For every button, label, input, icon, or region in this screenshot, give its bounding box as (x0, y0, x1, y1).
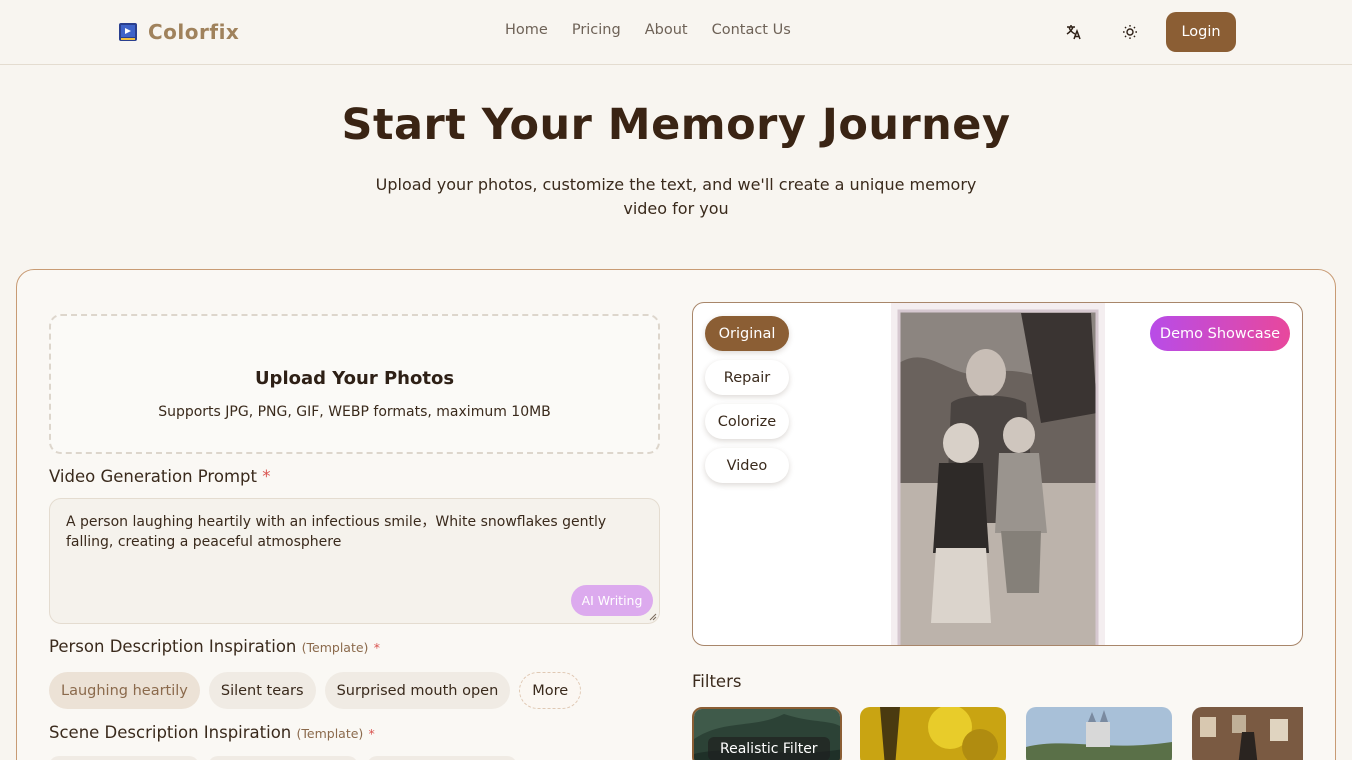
filter-thumbnail (1192, 707, 1303, 760)
language-button[interactable] (1064, 22, 1084, 42)
page-title: Start Your Memory Journey (341, 100, 1011, 150)
person-inspiration-label: Person Description Inspiration (Template… (49, 637, 380, 656)
prompt-value[interactable]: A person laughing heartily with an infec… (66, 512, 646, 552)
mode-original-button[interactable]: Original (705, 316, 789, 351)
filter-option[interactable] (1026, 707, 1172, 760)
nav-home[interactable]: Home (505, 22, 548, 38)
template-tag: (Template) (296, 726, 364, 741)
translate-icon (1066, 25, 1081, 40)
upload-title: Upload Your Photos (254, 368, 455, 389)
theme-toggle[interactable] (1120, 22, 1140, 42)
sun-icon (1123, 25, 1137, 39)
person-chip-list: Laughing heartily Silent tears Surprised… (49, 672, 582, 709)
upload-formats: Supports JPG, PNG, GIF, WEBP formats, ma… (158, 404, 551, 420)
filter-thumbnail (1026, 707, 1172, 760)
filter-option[interactable] (860, 707, 1006, 760)
login-button[interactable]: Login (1166, 12, 1236, 52)
logo-icon (119, 23, 137, 41)
scene-chip[interactable] (208, 756, 358, 760)
required-marker: * (373, 640, 380, 655)
prompt-label: Video Generation Prompt * (49, 467, 270, 486)
chip-more[interactable]: More (519, 672, 582, 709)
ai-writing-button[interactable]: AI Writing (571, 585, 653, 616)
nav-pricing[interactable]: Pricing (572, 22, 621, 38)
filter-option[interactable] (1192, 707, 1303, 760)
demo-showcase-button[interactable]: Demo Showcase (1150, 316, 1290, 351)
nav-about[interactable]: About (645, 22, 688, 38)
scene-chip-list (49, 756, 517, 760)
scene-inspiration-label: Scene Description Inspiration (Template)… (49, 723, 375, 742)
page-subtitle: Upload your photos, customize the text, … (375, 175, 977, 218)
chip-surprised-mouth-open[interactable]: Surprised mouth open (324, 672, 511, 709)
chip-silent-tears[interactable]: Silent tears (208, 672, 316, 709)
brand-logo[interactable]: Colorfix (118, 20, 239, 44)
prompt-label-text: Video Generation Prompt (49, 467, 257, 486)
prompt-textarea[interactable]: A person laughing heartily with an infec… (49, 498, 660, 624)
mode-colorize-button[interactable]: Colorize (705, 404, 789, 439)
preview-panel: Original Repair Colorize Video Demo Show… (692, 302, 1303, 646)
chip-laughing-heartily[interactable]: Laughing heartily (49, 672, 200, 709)
nav-contact[interactable]: Contact Us (712, 22, 791, 38)
brand-name: Colorfix (148, 20, 240, 44)
site-header: Colorfix Home Pricing About Contact Us L… (0, 0, 1352, 65)
template-tag: (Template) (301, 640, 369, 655)
upload-dropzone[interactable]: Upload Your Photos Supports JPG, PNG, GI… (49, 314, 660, 454)
required-marker: * (368, 726, 375, 741)
filter-thumbnail (860, 707, 1006, 760)
preview-photo (891, 303, 1105, 645)
mode-video-button[interactable]: Video (705, 448, 789, 483)
scene-chip[interactable] (49, 756, 199, 760)
person-inspiration-text: Person Description Inspiration (49, 637, 297, 656)
resize-grip-icon[interactable] (649, 613, 657, 621)
filter-label: Realistic Filter (708, 737, 830, 760)
scene-inspiration-text: Scene Description Inspiration (49, 723, 292, 742)
scene-chip[interactable] (367, 756, 517, 760)
main-nav: Home Pricing About Contact Us (505, 22, 791, 38)
filters-label: Filters (692, 672, 742, 691)
required-marker: * (262, 467, 271, 486)
filter-realistic[interactable]: Realistic Filter (692, 707, 842, 760)
mode-repair-button[interactable]: Repair (705, 360, 789, 395)
